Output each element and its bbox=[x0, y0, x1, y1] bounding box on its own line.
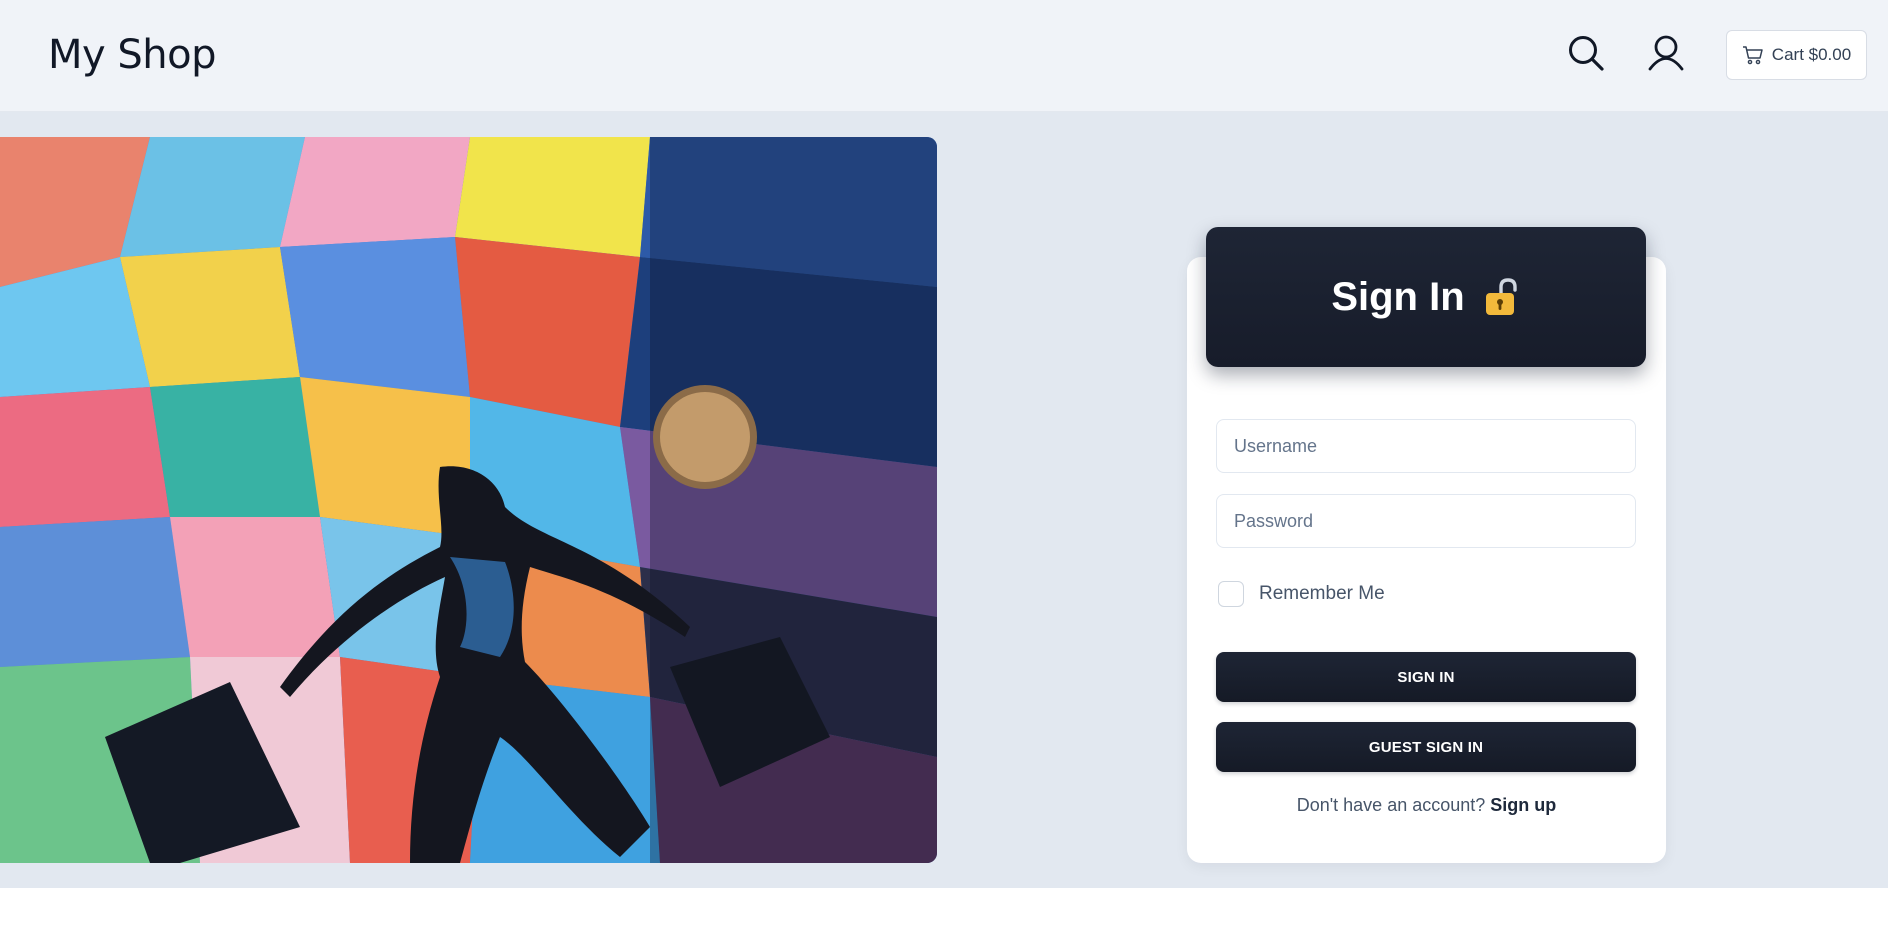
header: My Shop Cart $0.00 bbox=[0, 0, 1888, 112]
search-button[interactable] bbox=[1563, 30, 1609, 76]
signin-card-header: Sign In bbox=[1206, 227, 1646, 367]
remember-me-checkbox[interactable] bbox=[1218, 581, 1244, 607]
footer bbox=[0, 888, 1888, 940]
cart-icon bbox=[1742, 46, 1763, 65]
guest-signin-button[interactable]: GUEST SIGN IN bbox=[1216, 722, 1636, 772]
remember-me-label: Remember Me bbox=[1259, 583, 1385, 604]
password-input[interactable] bbox=[1216, 494, 1636, 548]
main-section: Sign In Remember Me SIGN IN GUEST SIGN I… bbox=[0, 112, 1888, 888]
account-button[interactable] bbox=[1643, 30, 1689, 76]
signup-link[interactable]: Sign up bbox=[1490, 795, 1556, 815]
brand-logo[interactable]: My Shop bbox=[48, 32, 217, 78]
hero-image bbox=[0, 137, 937, 863]
signup-prompt-line: Don't have an account? Sign up bbox=[1187, 795, 1666, 816]
open-lock-icon bbox=[1485, 278, 1517, 315]
cart-label: Cart $0.00 bbox=[1771, 45, 1852, 64]
remember-me[interactable]: Remember Me bbox=[1218, 581, 1385, 607]
user-icon bbox=[1648, 35, 1684, 71]
signin-title: Sign In bbox=[1331, 274, 1465, 319]
cart-button[interactable]: Cart $0.00 bbox=[1726, 30, 1867, 80]
username-input[interactable] bbox=[1216, 419, 1636, 473]
search-icon bbox=[1569, 36, 1604, 71]
signup-prompt: Don't have an account? bbox=[1296, 795, 1486, 815]
signin-button[interactable]: SIGN IN bbox=[1216, 652, 1636, 702]
